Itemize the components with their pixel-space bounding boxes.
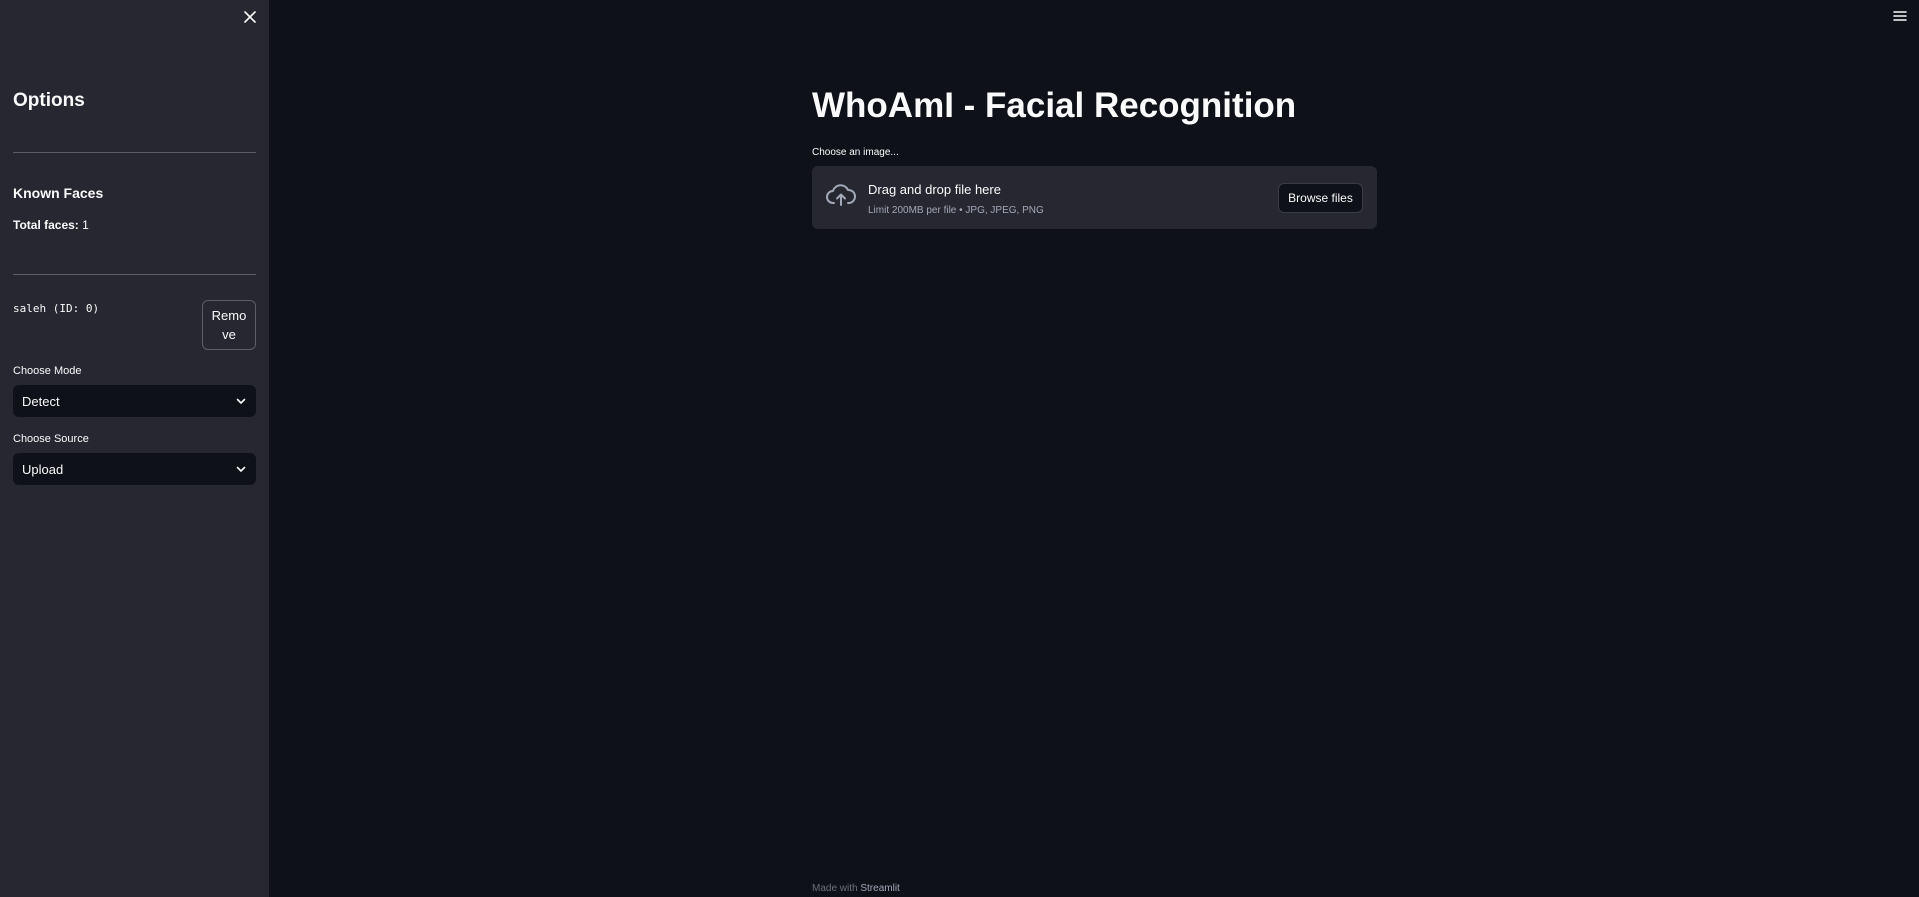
app-root: Options Known Faces Total faces: 1 saleh… — [0, 0, 1919, 897]
hamburger-menu-icon[interactable] — [1893, 9, 1907, 23]
sidebar: Options Known Faces Total faces: 1 saleh… — [0, 0, 269, 897]
mode-label: Choose Mode — [13, 365, 82, 377]
total-faces-text: Total faces: 1 — [13, 218, 89, 232]
uploader-label: Choose an image... — [812, 147, 899, 158]
remove-face-button[interactable]: Remove — [202, 300, 256, 350]
dropzone-title: Drag and drop file here — [868, 182, 1001, 197]
dropzone-limit-text: Limit 200MB per file • JPG, JPEG, PNG — [868, 205, 1044, 216]
source-label: Choose Source — [13, 433, 89, 445]
streamlit-link[interactable]: Streamlit — [860, 883, 899, 894]
mode-select-value: Detect — [22, 393, 60, 409]
mode-select[interactable]: Detect — [13, 385, 256, 417]
page-title: WhoAmI - Facial Recognition — [812, 86, 1297, 125]
cloud-upload-icon — [826, 184, 856, 206]
close-icon[interactable] — [241, 8, 259, 26]
sidebar-divider — [13, 152, 256, 153]
chevron-down-icon — [236, 466, 246, 472]
source-select[interactable]: Upload — [13, 453, 256, 485]
total-faces-label: Total faces: — [13, 218, 79, 232]
known-face-entry: saleh (ID: 0) — [13, 302, 100, 315]
footer-prefix: Made with — [812, 883, 858, 894]
sidebar-divider — [13, 274, 256, 275]
browse-files-button[interactable]: Browse files — [1278, 183, 1363, 213]
chevron-down-icon — [236, 398, 246, 404]
total-faces-count: 1 — [82, 218, 89, 232]
source-select-value: Upload — [22, 461, 64, 477]
known-faces-heading: Known Faces — [13, 185, 104, 201]
file-dropzone[interactable]: Drag and drop file here Limit 200MB per … — [812, 166, 1377, 229]
footer: Made with Streamlit — [812, 883, 900, 894]
sidebar-title: Options — [13, 90, 85, 111]
